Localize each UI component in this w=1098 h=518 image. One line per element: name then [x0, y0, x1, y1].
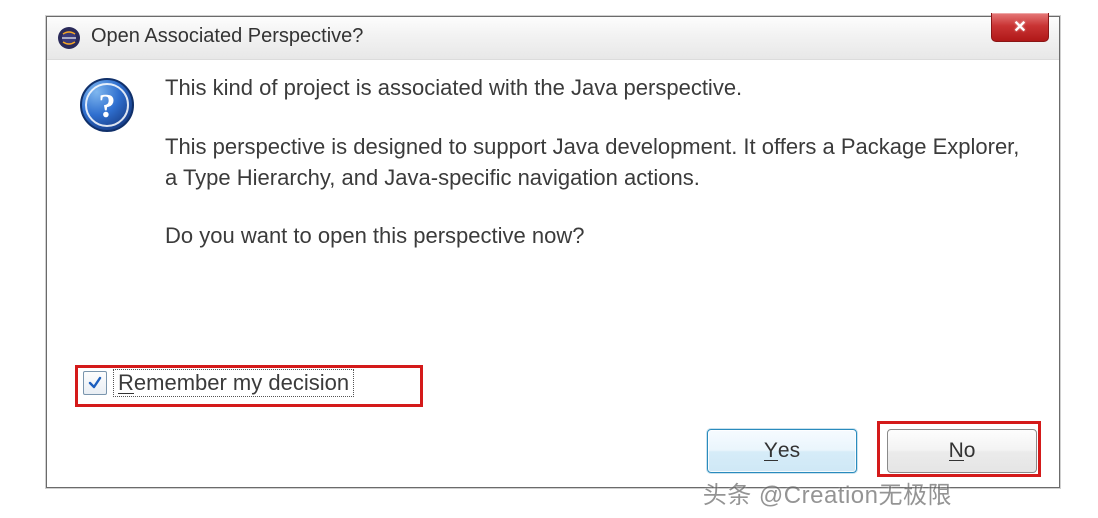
- eclipse-icon: [57, 26, 81, 50]
- message-line-3: Do you want to open this perspective now…: [165, 221, 1029, 252]
- dialog-window: Open Associated Perspective? ✕: [46, 16, 1060, 488]
- dialog-body: ? This kind of project is associated wit…: [47, 67, 1059, 487]
- message-line-1: This kind of project is associated with …: [165, 73, 1029, 104]
- yes-button-label: Yes: [764, 439, 800, 463]
- close-icon: ✕: [1013, 17, 1026, 37]
- dialog-message: This kind of project is associated with …: [165, 73, 1029, 280]
- message-line-2: This perspective is designed to support …: [165, 132, 1029, 194]
- close-button[interactable]: ✕: [991, 13, 1049, 42]
- screenshot-frame: Open Associated Perspective? ✕: [6, 6, 1092, 512]
- no-button[interactable]: No: [887, 429, 1037, 473]
- dialog-title: Open Associated Perspective?: [91, 25, 363, 48]
- question-icon: ?: [79, 77, 135, 133]
- remember-checkbox-row[interactable]: [75, 365, 417, 401]
- titlebar[interactable]: Open Associated Perspective? ✕: [47, 17, 1059, 60]
- svg-text:?: ?: [99, 88, 116, 125]
- no-button-label: No: [949, 439, 976, 463]
- button-row: Yes No: [707, 429, 1037, 473]
- yes-button[interactable]: Yes: [707, 429, 857, 473]
